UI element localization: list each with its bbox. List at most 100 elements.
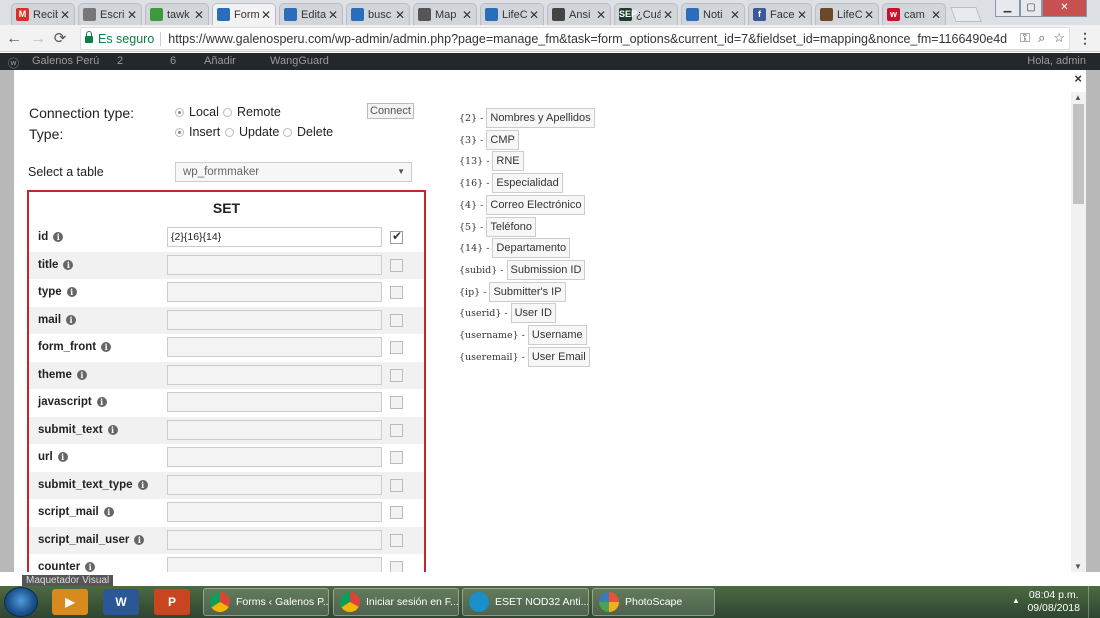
close-icon[interactable]: ×: [1074, 71, 1082, 86]
zoom-icon[interactable]: ⌕: [1038, 30, 1045, 46]
tab-close-icon[interactable]: ✕: [797, 8, 807, 22]
media-player-icon[interactable]: ▶: [52, 589, 88, 615]
browser-tab[interactable]: Map ✕: [413, 3, 477, 25]
mapping-field-button[interactable]: Especialidad: [492, 173, 563, 193]
taskbar-task[interactable]: Forms ‹ Galenos P...: [203, 588, 329, 616]
field-checkbox[interactable]: [390, 534, 403, 547]
url-text[interactable]: https://www.galenosperu.com/wp-admin/adm…: [168, 32, 1007, 46]
address-bar[interactable]: Es seguro https://www.galenosperu.com/wp…: [80, 27, 1070, 50]
field-value-input[interactable]: [167, 310, 382, 330]
info-icon[interactable]: i: [63, 260, 74, 270]
mapping-field-button[interactable]: CMP: [486, 130, 519, 150]
mapping-field-button[interactable]: Submitter's IP: [489, 282, 566, 302]
show-desktop-button[interactable]: [1088, 586, 1100, 618]
tab-close-icon[interactable]: ✕: [462, 8, 472, 22]
tab-close-icon[interactable]: ✕: [663, 8, 673, 22]
updates-count[interactable]: 2: [117, 55, 123, 67]
powerpoint-icon[interactable]: P: [154, 589, 190, 615]
tab-close-icon[interactable]: ✕: [127, 8, 137, 22]
scroll-up-icon[interactable]: ▲: [1074, 93, 1082, 102]
tab-close-icon[interactable]: ✕: [931, 8, 941, 22]
minimize-button[interactable]: ▁: [995, 0, 1020, 17]
browser-tab[interactable]: LifeC ✕: [480, 3, 544, 25]
info-icon[interactable]: i: [134, 535, 145, 545]
tab-close-icon[interactable]: ✕: [529, 8, 539, 22]
info-icon[interactable]: i: [66, 315, 77, 325]
browser-tab[interactable]: M Recib✕: [11, 3, 75, 25]
info-icon[interactable]: i: [85, 562, 96, 572]
browser-tab[interactable]: Edita ✕: [279, 3, 343, 25]
key-icon[interactable]: ⚿: [1020, 30, 1030, 46]
info-icon[interactable]: i: [76, 370, 87, 380]
field-checkbox[interactable]: [390, 229, 403, 244]
field-value-input[interactable]: [167, 255, 382, 275]
close-window-button[interactable]: ✕: [1042, 0, 1087, 17]
mapping-field-button[interactable]: User ID: [510, 303, 556, 323]
mapping-field-button[interactable]: Departamento: [492, 238, 571, 258]
field-checkbox[interactable]: [390, 396, 403, 409]
forward-icon[interactable]: →: [28, 29, 48, 49]
scrollbar-thumb[interactable]: [1073, 104, 1084, 204]
field-checkbox[interactable]: [390, 341, 403, 354]
new-link[interactable]: Añadir: [204, 55, 236, 67]
bookmark-star-icon[interactable]: ☆: [1053, 30, 1065, 46]
wangguard-link[interactable]: WangGuard: [270, 55, 329, 67]
mapping-field-button[interactable]: User Email: [527, 347, 590, 367]
tab-close-icon[interactable]: ✕: [730, 8, 740, 22]
field-checkbox[interactable]: [390, 314, 403, 327]
radio-delete[interactable]: Delete: [283, 125, 333, 139]
field-checkbox[interactable]: [390, 369, 403, 382]
field-value-input[interactable]: [167, 392, 382, 412]
field-checkbox[interactable]: [390, 286, 403, 299]
site-name[interactable]: Galenos Perú: [32, 55, 99, 67]
field-value-input[interactable]: [167, 447, 382, 467]
reload-icon[interactable]: ⟳: [50, 29, 70, 49]
radio-update[interactable]: Update: [225, 125, 279, 139]
info-icon[interactable]: i: [103, 507, 114, 517]
field-value-input[interactable]: [167, 282, 382, 302]
tab-close-icon[interactable]: ✕: [395, 8, 405, 22]
scroll-down-icon[interactable]: ▼: [1074, 562, 1082, 571]
mapping-field-button[interactable]: Nombres y Apellidos: [486, 108, 595, 128]
taskbar-task[interactable]: PhotoScape: [592, 588, 715, 616]
browser-tab[interactable]: Ansi ✕: [547, 3, 611, 25]
browser-tab[interactable]: busc ✕: [346, 3, 410, 25]
field-value-input[interactable]: [167, 420, 382, 440]
start-button[interactable]: [4, 587, 38, 617]
word-icon[interactable]: W: [103, 589, 139, 615]
greeting[interactable]: Hola, admin: [1027, 55, 1086, 67]
info-icon[interactable]: i: [101, 342, 112, 352]
tab-close-icon[interactable]: ✕: [60, 8, 70, 22]
field-value-input[interactable]: [167, 557, 382, 572]
field-checkbox[interactable]: [390, 259, 403, 272]
browser-tab[interactable]: w cam ✕: [882, 3, 946, 25]
field-value-input[interactable]: [167, 365, 382, 385]
field-value-input[interactable]: [167, 502, 382, 522]
radio-remote-dot[interactable]: [223, 107, 232, 117]
wordpress-icon[interactable]: ⓦ: [8, 55, 19, 71]
field-checkbox[interactable]: [390, 424, 403, 437]
browser-tab[interactable]: LifeC ✕: [815, 3, 879, 25]
radio-remote[interactable]: Remote: [223, 105, 281, 119]
info-icon[interactable]: i: [137, 480, 148, 490]
info-icon[interactable]: i: [107, 425, 118, 435]
field-value-input[interactable]: [167, 475, 382, 495]
tab-close-icon[interactable]: ✕: [194, 8, 204, 22]
tab-close-icon[interactable]: ✕: [596, 8, 606, 22]
taskbar-task[interactable]: Iniciar sesión en F...: [333, 588, 459, 616]
radio-delete-dot[interactable]: [283, 127, 292, 137]
table-select[interactable]: wp_formmaker ▼: [175, 162, 412, 182]
radio-update-dot[interactable]: [225, 127, 234, 137]
modal-scrollbar[interactable]: ▲ ▼: [1071, 92, 1086, 572]
clock[interactable]: 08:04 p.m. 09/08/2018: [1027, 589, 1080, 615]
tray-expand-icon[interactable]: ▲: [1012, 596, 1020, 605]
browser-tab[interactable]: Form ✕: [212, 3, 276, 25]
comments-count[interactable]: 6: [170, 55, 176, 67]
field-checkbox[interactable]: [390, 561, 403, 572]
back-icon[interactable]: ←: [4, 29, 24, 49]
mapping-field-button[interactable]: Correo Electrónico: [486, 195, 586, 215]
browser-tab[interactable]: Escri ✕: [78, 3, 142, 25]
radio-local[interactable]: Local: [175, 105, 219, 119]
tab-close-icon[interactable]: ✕: [261, 8, 271, 22]
radio-local-dot[interactable]: [175, 107, 184, 117]
